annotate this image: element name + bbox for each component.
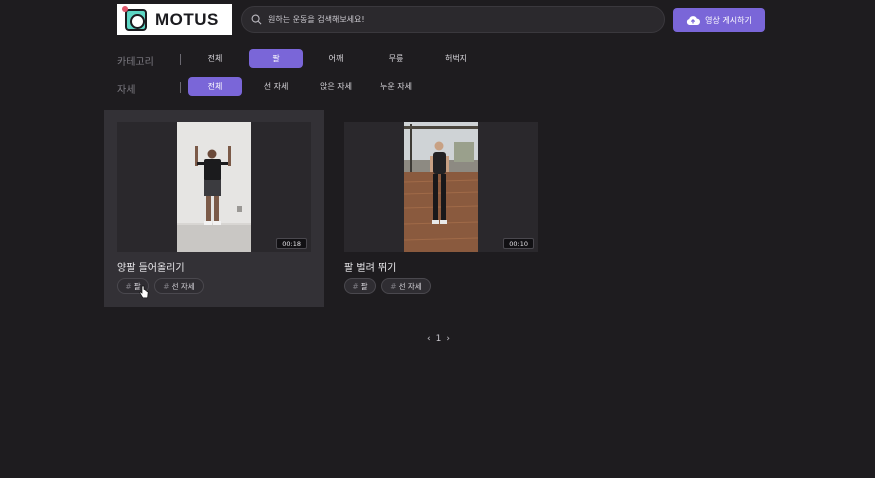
category-divider [180,54,181,65]
posture-chip-lying[interactable]: 누운 자세 [369,77,423,96]
search-icon [251,14,262,25]
cloud-upload-icon [687,15,701,25]
hash-icon: # [163,281,170,291]
prev-page-button[interactable]: ‹ [427,334,431,344]
tag-label: 팔 [360,281,368,291]
search-input[interactable] [268,15,648,24]
next-page-button[interactable]: › [446,334,450,344]
category-chip-all[interactable]: 전체 [188,49,242,68]
current-page-number[interactable]: 1 [436,334,442,344]
upload-video-label: 영상 게시하기 [705,15,752,25]
posture-divider [180,82,181,93]
video-preview-image [404,122,478,252]
hash-icon: # [352,281,359,291]
tag-chip[interactable]: # 선 자세 [381,278,431,294]
category-chip-knee[interactable]: 무릎 [369,49,423,68]
category-label: 카테고리 [117,57,154,68]
video-preview-image [177,122,251,252]
logo-mark-icon [122,5,147,31]
tag-label: 선 자세 [171,281,195,291]
duration-badge: 00:10 [503,238,534,249]
tag-chip[interactable]: # 선 자세 [154,278,204,294]
logo-text: MOTUS [155,9,219,29]
category-chip-arm[interactable]: 팔 [249,49,303,68]
posture-chip-all[interactable]: 전체 [188,77,242,96]
video-title[interactable]: 팔 벌려 뛰기 [344,259,396,274]
category-chip-thigh[interactable]: 허벅지 [429,49,483,68]
posture-chip-sitting[interactable]: 앉은 자세 [309,77,363,96]
tag-chip[interactable]: # 팔 [344,278,376,294]
pagination: ‹ 1 › [427,334,450,344]
motus-logo[interactable]: MOTUS [117,4,232,35]
category-chip-shoulder[interactable]: 어깨 [309,49,363,68]
hand-cursor-icon [139,285,149,299]
posture-label: 자세 [117,85,136,96]
search-bar[interactable] [241,6,665,33]
video-title[interactable]: 양팔 들어올리기 [117,259,185,274]
tag-label: 선 자세 [398,281,422,291]
duration-badge: 00:18 [276,238,307,249]
hash-icon: # [390,281,397,291]
video-thumbnail[interactable]: 00:18 [117,122,311,252]
posture-chip-standing[interactable]: 선 자세 [249,77,303,96]
hash-icon: # [125,281,132,291]
video-thumbnail[interactable]: 00:10 [344,122,538,252]
upload-video-button[interactable]: 영상 게시하기 [673,8,765,32]
